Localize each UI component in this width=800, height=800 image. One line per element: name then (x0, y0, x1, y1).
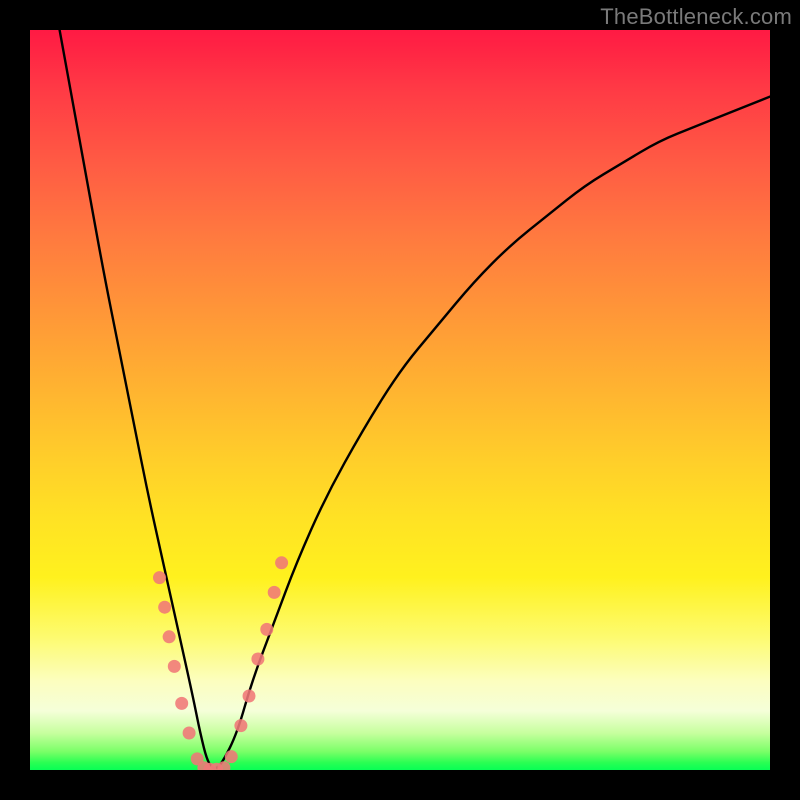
curve-marker (217, 761, 230, 770)
bottleneck-curve-svg (30, 30, 770, 770)
curve-marker (168, 660, 181, 673)
curve-marker (251, 653, 264, 666)
curve-marker (268, 586, 281, 599)
curve-marker (163, 630, 176, 643)
curve-marker (260, 623, 273, 636)
marker-group (153, 556, 288, 770)
plot-area (30, 30, 770, 770)
watermark-text: TheBottleneck.com (600, 4, 792, 30)
curve-marker (225, 750, 238, 763)
curve-marker (158, 601, 171, 614)
chart-frame: TheBottleneck.com (0, 0, 800, 800)
curve-marker (153, 571, 166, 584)
curve-marker (243, 690, 256, 703)
curve-marker (183, 727, 196, 740)
curve-marker (234, 719, 247, 732)
curve-marker (275, 556, 288, 569)
curve-marker (175, 697, 188, 710)
bottleneck-curve-line (60, 30, 770, 768)
